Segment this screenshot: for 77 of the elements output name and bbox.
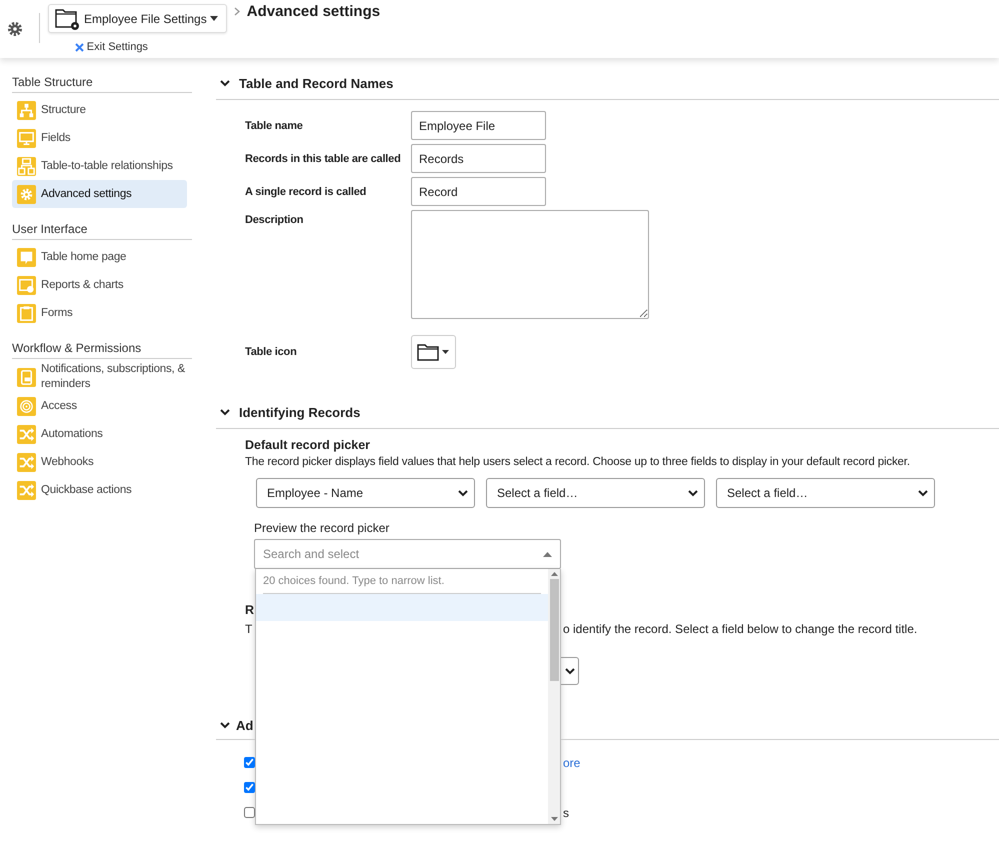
phone-icon	[17, 368, 36, 386]
gear-icon	[17, 184, 36, 204]
sidebar-group-title: User Interface	[12, 222, 192, 240]
fingerprint-icon	[17, 396, 36, 416]
chevron-down-icon	[688, 490, 698, 496]
subsection-description: The record picker displays field values that help users select a record. Choose up to three fields to display in your default record picker.	[245, 456, 911, 468]
field-select[interactable]: Select a field…	[716, 478, 935, 508]
close-icon	[74, 42, 84, 52]
icon-picker[interactable]	[411, 335, 456, 369]
field-label: Records in this table are called	[245, 152, 402, 164]
page-title: Advanced settings	[246, 3, 380, 20]
sidebar-item[interactable]: Fields	[12, 124, 187, 152]
subsection-title: R	[245, 603, 254, 617]
learn-more-link[interactable]: ore	[563, 756, 580, 770]
chevron-down-icon[interactable]	[220, 80, 230, 87]
sidebar-item[interactable]: Structure	[12, 96, 187, 124]
section-title: Table and Record Names	[239, 76, 394, 91]
relationships-icon	[17, 156, 36, 176]
field-label: Description	[245, 213, 304, 226]
record-picker-field[interactable]: Search and select	[254, 539, 561, 569]
text-field[interactable]: Records	[411, 144, 546, 173]
settings-icon[interactable]	[7, 21, 23, 37]
scroll-down-icon	[550, 817, 558, 821]
chevron-down-icon[interactable]	[220, 409, 230, 416]
sidebar-item[interactable]: Webhooks	[12, 448, 187, 476]
caret-icon	[210, 16, 218, 21]
exit-settings-link[interactable]: Exit Settings	[74, 41, 148, 53]
scroll-up-icon	[550, 572, 558, 576]
sidebar-item[interactable]: Access	[12, 392, 187, 420]
sidebar-item[interactable]: Reports & charts	[12, 271, 187, 299]
sidebar-item[interactable]: Notifications, subscriptions, & reminders	[12, 362, 187, 392]
folder-gear-icon	[55, 6, 81, 30]
shuffle-icon	[17, 480, 36, 500]
caret-up-icon	[543, 552, 552, 556]
caret-icon	[442, 350, 449, 354]
chevron-down-icon[interactable]	[220, 722, 230, 729]
preview-label: Preview the record picker	[254, 521, 390, 535]
hierarchy-icon	[17, 100, 36, 120]
field-select[interactable]	[561, 657, 579, 685]
subsection-title: Default record picker	[245, 438, 372, 452]
field-select[interactable]: Employee - Name	[256, 478, 475, 508]
sidebar-item[interactable]: Table home page	[12, 243, 187, 271]
shuffle-icon	[17, 424, 36, 444]
text-field[interactable]: Record	[411, 177, 546, 206]
sidebar-group-title: Table Structure	[12, 75, 192, 93]
text-field[interactable]: Employee File	[411, 111, 546, 140]
sidebar-item[interactable]: Forms	[12, 299, 187, 327]
speech-bubble-icon	[17, 248, 36, 266]
field-label: Table name	[245, 120, 304, 132]
checkbox[interactable]	[244, 782, 255, 793]
folder-icon	[417, 344, 439, 360]
shuffle-icon	[17, 452, 36, 472]
field-label: Table icon	[245, 346, 298, 358]
sidebar-item[interactable]: Advanced settings	[12, 180, 187, 208]
checkbox[interactable]	[244, 807, 255, 818]
chevron-down-icon	[564, 668, 574, 674]
subsection-description: o identify the record. Select a field below to change the record title.	[563, 622, 918, 636]
breadcrumb-chevron-icon	[234, 7, 240, 16]
table-settings-menu[interactable]: Employee File Settings	[48, 4, 227, 33]
clipboard-icon	[17, 304, 36, 322]
section-title: Identifying Records	[239, 405, 360, 420]
checkbox[interactable]	[244, 757, 255, 768]
description-field[interactable]	[411, 210, 649, 319]
monitor-icon	[17, 128, 36, 148]
subsection-description: T	[245, 622, 252, 636]
sidebar-item[interactable]: Quickbase actions	[12, 476, 187, 504]
section-title: Ad	[236, 718, 254, 733]
field-label: A single record is called	[245, 186, 368, 198]
chevron-down-icon	[918, 490, 928, 496]
option-label: s	[563, 806, 569, 820]
scrollbar[interactable]	[548, 569, 560, 824]
field-select[interactable]: Select a field…	[486, 478, 705, 508]
sidebar-group-title: Workflow & Permissions	[12, 341, 192, 359]
sidebar-item[interactable]: Automations	[12, 420, 187, 448]
report-icon	[17, 276, 36, 294]
sidebar-item[interactable]: Table-to-table relationships	[12, 152, 187, 180]
chevron-down-icon	[458, 490, 468, 496]
